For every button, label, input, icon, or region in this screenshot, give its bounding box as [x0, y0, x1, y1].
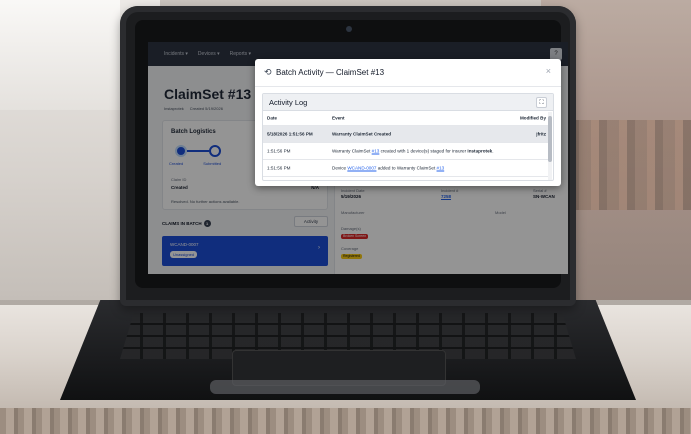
table-edge — [0, 408, 691, 434]
activity-log-table: Date Event Modified By 5/18/2026 1:51:56… — [263, 111, 549, 177]
device-link[interactable]: WCAND-0007 — [347, 166, 376, 171]
log-scrollbar[interactable] — [548, 112, 552, 180]
row-date: 5/18/2026 1:51:56 PM — [267, 131, 313, 137]
table-row: 1:51:56 PM Device WCAND-0007 added to Wa… — [263, 160, 549, 177]
activity-log-header: Activity Log ⛶ — [263, 94, 553, 111]
scroll-thumb[interactable] — [548, 116, 552, 162]
table-header-row: Date Event Modified By — [263, 111, 549, 126]
event-text: Warranty ClaimSet — [332, 148, 372, 154]
batch-activity-modal: ⟲ Batch Activity — ClaimSet #13 × Activi… — [255, 59, 561, 186]
row-date: 1:51:56 PM — [267, 148, 291, 154]
laptop-bumper — [210, 380, 480, 394]
row-modified-by: jfritz — [536, 131, 546, 137]
background-window — [0, 0, 120, 110]
column-event: Event — [332, 115, 345, 121]
webcam — [346, 26, 352, 32]
column-modified-by: Modified By — [519, 115, 546, 121]
event-text: Device — [332, 165, 348, 171]
history-icon: ⟲ — [264, 67, 272, 77]
activity-log-title: Activity Log — [269, 98, 308, 107]
row-event: Device WCAND-0007 added to Warranty Clai… — [332, 166, 444, 171]
close-icon[interactable]: × — [546, 66, 551, 76]
table-row: 1:51:56 PM Warranty ClaimSet #13 created… — [263, 143, 549, 160]
row-event: Warranty ClaimSet #13 created with 1 dev… — [332, 149, 493, 154]
event-text: added to Warranty ClaimSet — [376, 165, 437, 171]
table-row: 5/18/2026 1:51:56 PM Warranty ClaimSet C… — [263, 126, 549, 143]
modal-title: Batch Activity — ClaimSet #13 — [276, 68, 385, 77]
row-date: 1:51:56 PM — [267, 165, 291, 171]
event-text: created with 1 device(s) staged for insu… — [379, 148, 468, 154]
activity-log-panel: Activity Log ⛶ Date Event Modified By 5/… — [262, 93, 554, 181]
column-date: Date — [267, 115, 277, 121]
event-text: . — [492, 148, 494, 154]
expand-icon[interactable]: ⛶ — [536, 97, 547, 108]
insurer-name: Instaprotek — [467, 148, 493, 154]
row-event: Warranty ClaimSet Created — [332, 131, 392, 137]
claimset-link[interactable]: #13 — [437, 166, 445, 171]
modal-header: ⟲ Batch Activity — ClaimSet #13 × — [255, 59, 561, 87]
